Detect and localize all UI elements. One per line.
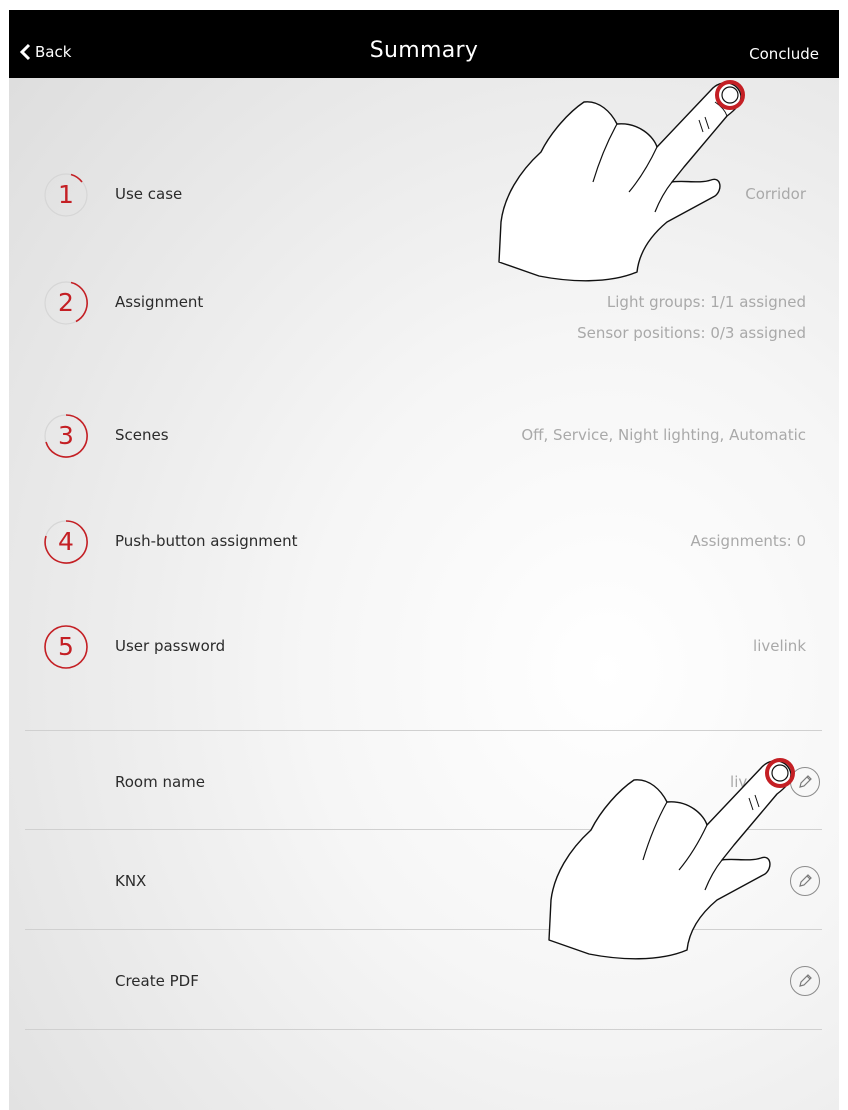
step-number-badge: 2: [43, 280, 89, 326]
divider: [25, 1029, 822, 1030]
step-user-password[interactable]: 5 User password livelink: [9, 624, 839, 694]
divider: [25, 730, 822, 731]
step-label: User password: [115, 637, 226, 655]
page-title: Summary: [369, 38, 479, 63]
pencil-icon: [799, 974, 812, 987]
step-value: Off, Service, Night lighting, Automatic: [521, 426, 806, 444]
conclude-button[interactable]: Conclude: [749, 45, 819, 63]
summary-screen: Back Summary Conclude 1 Use case Corrido…: [9, 10, 839, 1110]
step-label: Push-button assignment: [115, 532, 298, 550]
step-number: 3: [58, 421, 74, 450]
step-label: Scenes: [115, 426, 169, 444]
step-number-badge: 1: [43, 172, 89, 218]
tap-hand-icon: [498, 80, 745, 282]
step-label: Assignment: [115, 293, 204, 311]
step-label: Use case: [115, 185, 183, 203]
step-value-secondary: Sensor positions: 0/3 assigned: [577, 324, 806, 342]
step-value: Corridor: [745, 185, 806, 203]
step-number-badge: 3: [43, 413, 89, 459]
step-push-button-assignment[interactable]: 4 Push-button assignment Assignments: 0: [9, 519, 839, 589]
navigation-bar: Back Summary Conclude: [9, 10, 839, 78]
step-number: 1: [58, 180, 74, 209]
step-number-badge: 5: [43, 624, 89, 670]
step-value: livelink: [753, 637, 806, 655]
row-label: KNX: [115, 872, 147, 890]
tap-hand-icon: [548, 758, 795, 960]
row-label: Create PDF: [115, 972, 199, 990]
step-value: Light groups: 1/1 assigned: [606, 293, 806, 311]
step-scenes[interactable]: 3 Scenes Off, Service, Night lighting, A…: [9, 413, 839, 483]
step-number: 2: [58, 288, 74, 317]
settings-row-create-pdf[interactable]: Create PDF: [9, 966, 839, 1032]
step-number: 5: [58, 632, 74, 661]
row-label: Room name: [115, 773, 206, 791]
step-number: 4: [58, 527, 74, 556]
step-number-badge: 4: [43, 519, 89, 565]
edit-create-pdf-button[interactable]: [790, 966, 820, 996]
step-value: Assignments: 0: [690, 532, 807, 550]
